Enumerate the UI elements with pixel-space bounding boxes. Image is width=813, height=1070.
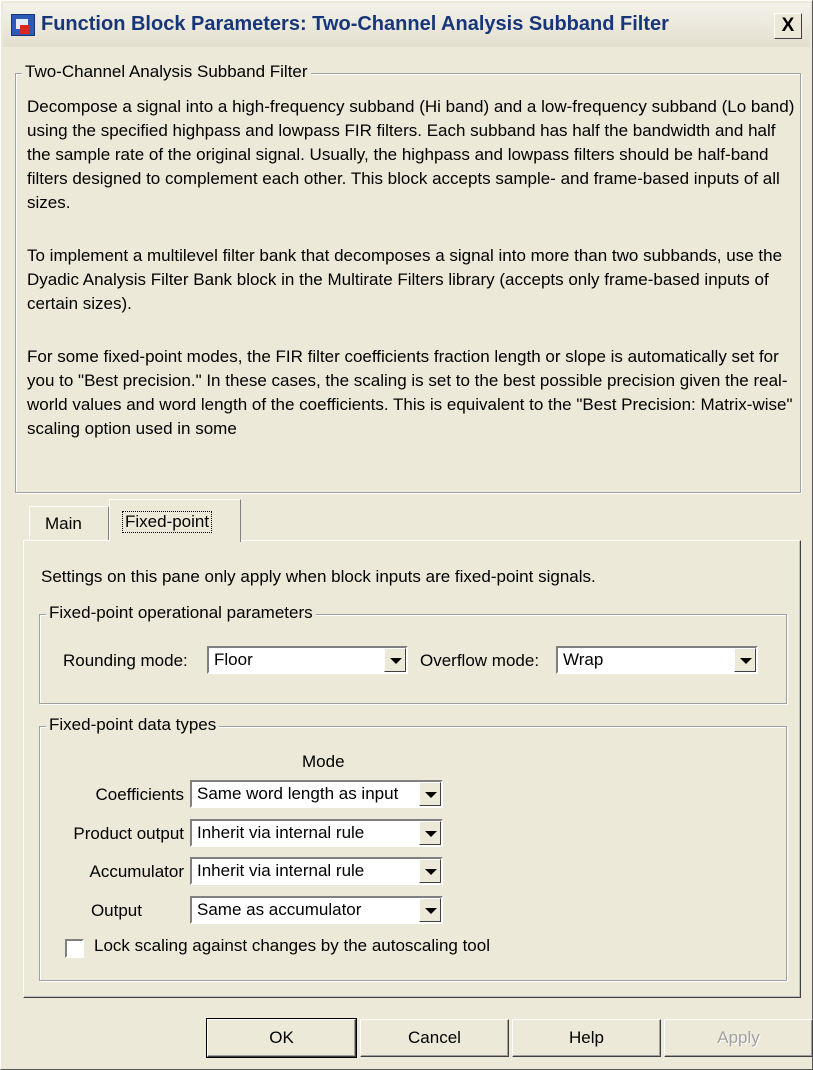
lock-scaling-label[interactable]: Lock scaling against changes by the auto… [94, 936, 490, 956]
description-group-title: Two-Channel Analysis Subband Filter [22, 62, 311, 82]
output-mode-select[interactable]: Same as accumulator [190, 896, 443, 924]
chevron-down-icon[interactable] [384, 648, 406, 672]
tab-main[interactable]: Main [29, 506, 109, 540]
chevron-down-icon[interactable] [734, 648, 756, 672]
product-output-mode-value: Inherit via internal rule [197, 823, 365, 842]
cancel-button[interactable]: Cancel [360, 1019, 509, 1057]
close-button[interactable]: X [774, 13, 802, 39]
ok-button[interactable]: OK [206, 1018, 357, 1058]
accumulator-label: Accumulator [89, 862, 184, 881]
coefficients-mode-value: Same word length as input [197, 784, 399, 803]
product-output-mode-select[interactable]: Inherit via internal rule [190, 819, 443, 847]
dialog-window: Function Block Parameters: Two-Channel A… [0, 0, 813, 1070]
product-output-label: Product output [73, 824, 184, 843]
output-label: Output [90, 901, 142, 920]
overflow-mode-select[interactable]: Wrap [556, 646, 758, 674]
apply-button[interactable]: Apply [664, 1019, 813, 1057]
simulink-block-icon [11, 14, 35, 36]
coefficients-mode-select[interactable]: Same word length as input [190, 780, 443, 808]
overflow-mode-label: Overflow mode: [420, 651, 540, 670]
title-bar[interactable]: Function Block Parameters: Two-Channel A… [3, 3, 810, 47]
output-mode-value: Same as accumulator [197, 900, 362, 919]
fixed-point-info: Settings on this pane only apply when bl… [41, 567, 596, 586]
tab-main-label: Main [45, 514, 82, 533]
description-paragraph: For some fixed-point modes, the FIR filt… [27, 347, 793, 438]
tab-fixed-point[interactable]: Fixed-point [109, 499, 241, 542]
description-text: Decompose a signal into a high-frequency… [27, 95, 798, 477]
overflow-mode-value: Wrap [563, 650, 604, 669]
chevron-down-icon[interactable] [419, 821, 441, 845]
rounding-mode-value: Floor [214, 650, 253, 669]
mode-column-header: Mode [302, 752, 345, 771]
description-paragraph: To implement a multilevel filter bank th… [27, 246, 783, 313]
rounding-mode-label: Rounding mode: [63, 651, 188, 670]
window-title: Function Block Parameters: Two-Channel A… [41, 13, 669, 35]
operational-params-title: Fixed-point operational parameters [46, 603, 316, 623]
coefficients-label: Coefficients [95, 785, 184, 804]
tab-fixed-point-label: Fixed-point [122, 511, 213, 533]
rounding-mode-select[interactable]: Floor [207, 646, 408, 674]
chevron-down-icon[interactable] [419, 859, 441, 883]
description-paragraph: Decompose a signal into a high-frequency… [27, 97, 795, 212]
chevron-down-icon[interactable] [419, 898, 441, 922]
lock-scaling-checkbox[interactable] [65, 939, 84, 958]
chevron-down-icon[interactable] [419, 782, 441, 806]
help-button[interactable]: Help [512, 1019, 661, 1057]
accumulator-mode-value: Inherit via internal rule [197, 861, 365, 880]
accumulator-mode-select[interactable]: Inherit via internal rule [190, 857, 443, 885]
data-types-title: Fixed-point data types [46, 715, 220, 735]
